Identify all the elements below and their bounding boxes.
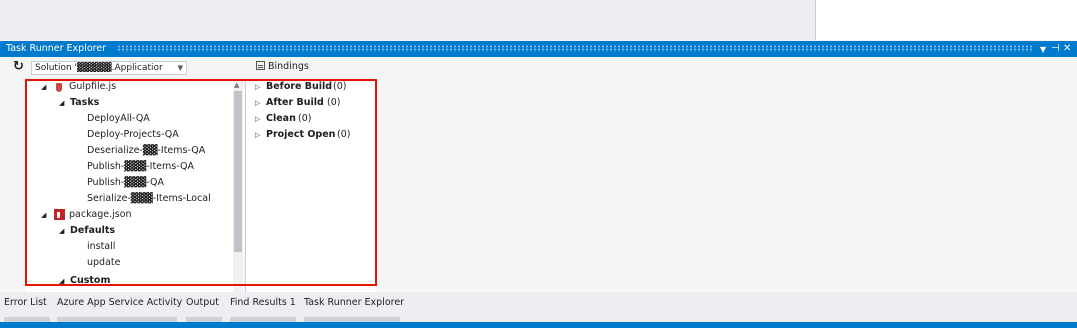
tree-node-label: Tasks — [70, 97, 100, 108]
task-item[interactable]: DeployAll-QA — [87, 111, 150, 127]
solution-dropdown-value: Solution '▓▓▓▓▓.Applicatior — [35, 63, 163, 73]
binding-before-build[interactable]: ▷ Before Build (0) — [246, 79, 376, 95]
binding-count: (0) — [298, 113, 312, 124]
binding-label: Before Build — [266, 81, 333, 92]
collapse-icon[interactable]: ◢ — [59, 223, 64, 239]
task-item[interactable]: update — [87, 255, 120, 271]
solution-dropdown[interactable]: Solution '▓▓▓▓▓.Applicatior ▼ — [31, 61, 187, 75]
binding-count: (0) — [327, 97, 341, 108]
gulp-icon — [56, 83, 62, 92]
task-item[interactable]: Serialize-▓▓▓-Items-Local — [87, 191, 211, 207]
tree-node-label: Gulpfile.js — [69, 81, 117, 92]
tree-node-label: package.json — [69, 209, 132, 220]
task-item[interactable]: install — [87, 239, 115, 255]
bindings-pane[interactable]: ▷ Before Build (0) ▷ After Build (0) ▷ C… — [246, 79, 376, 292]
refresh-icon[interactable]: ↻ — [13, 60, 24, 74]
scrollbar-thumb[interactable] — [234, 91, 242, 252]
pin-icon[interactable]: ⊣ — [1051, 43, 1060, 55]
task-item[interactable]: Publish-▓▓▓-QA — [87, 175, 164, 191]
expand-icon[interactable]: ▷ — [255, 127, 260, 143]
tab-azure-activity[interactable]: Azure App Service Activity — [57, 297, 182, 309]
tree-node-package[interactable]: ◢ package.json — [25, 207, 235, 223]
tab-output[interactable]: Output — [186, 297, 219, 309]
side-panel — [815, 0, 1077, 40]
expand-icon[interactable]: ▷ — [255, 111, 260, 127]
bindings-icon — [256, 61, 265, 70]
binding-clean[interactable]: ▷ Clean (0) — [246, 111, 376, 127]
close-icon[interactable]: ✕ — [1063, 43, 1071, 55]
tree-node-label: Custom — [70, 275, 111, 286]
bottom-tab-bar: Error List Azure App Service Activity Ou… — [0, 292, 1077, 322]
task-runner-content: ↻ Solution '▓▓▓▓▓.Applicatior ▼ Bindings… — [0, 57, 1077, 292]
task-tree[interactable]: ◢ Gulpfile.js ◢ Tasks DeployAll-QA Deplo… — [25, 79, 244, 292]
tool-window-title: Task Runner Explorer — [6, 43, 107, 54]
expand-icon[interactable]: ▷ — [255, 95, 260, 111]
task-item[interactable]: Publish-▓▓▓-Items-QA — [87, 159, 194, 175]
tab-find-results[interactable]: Find Results 1 — [230, 297, 296, 309]
tab-bindings-label: Bindings — [268, 61, 309, 72]
binding-project-open[interactable]: ▷ Project Open (0) — [246, 127, 376, 143]
tree-scrollbar[interactable]: ▲ — [233, 79, 243, 292]
window-menu-icon[interactable]: ▼ — [1040, 44, 1046, 56]
tool-window-titlebar[interactable]: Task Runner Explorer ▼ ⊣ ✕ — [0, 41, 1077, 57]
tree-node-defaults[interactable]: ◢ Defaults — [25, 223, 235, 239]
tree-node-tasks[interactable]: ◢ Tasks — [25, 95, 235, 111]
status-bar — [0, 322, 1077, 328]
tab-bindings[interactable]: Bindings — [256, 61, 309, 73]
binding-count: (0) — [337, 129, 351, 140]
collapse-icon[interactable]: ◢ — [41, 207, 46, 223]
chevron-down-icon: ▼ — [177, 64, 183, 72]
scroll-up-icon[interactable]: ▲ — [234, 81, 239, 89]
tree-node-label: Defaults — [70, 225, 116, 236]
task-item[interactable]: Deploy-Projects-QA — [87, 127, 179, 143]
tree-node-custom[interactable]: ◢ Custom — [25, 273, 235, 289]
collapse-icon[interactable]: ◢ — [41, 79, 46, 95]
titlebar-grip[interactable] — [117, 45, 1033, 52]
toolbar: ↻ Solution '▓▓▓▓▓.Applicatior ▼ Bindings — [0, 57, 1077, 77]
npm-icon — [54, 209, 65, 220]
task-item[interactable]: Deserialize-▓▓-Items-QA — [87, 143, 205, 159]
tree-node-gulpfile[interactable]: ◢ Gulpfile.js — [25, 79, 235, 95]
tab-task-runner-explorer[interactable]: Task Runner Explorer — [304, 297, 404, 309]
binding-label: Project Open — [266, 129, 336, 140]
expand-icon[interactable]: ▷ — [255, 79, 260, 95]
collapse-icon[interactable]: ◢ — [59, 273, 64, 289]
binding-label: Clean — [266, 113, 296, 124]
binding-after-build[interactable]: ▷ After Build (0) — [246, 95, 376, 111]
tab-error-list[interactable]: Error List — [4, 297, 47, 309]
binding-count: (0) — [333, 81, 347, 92]
binding-label: After Build — [266, 97, 324, 108]
collapse-icon[interactable]: ◢ — [59, 95, 64, 111]
